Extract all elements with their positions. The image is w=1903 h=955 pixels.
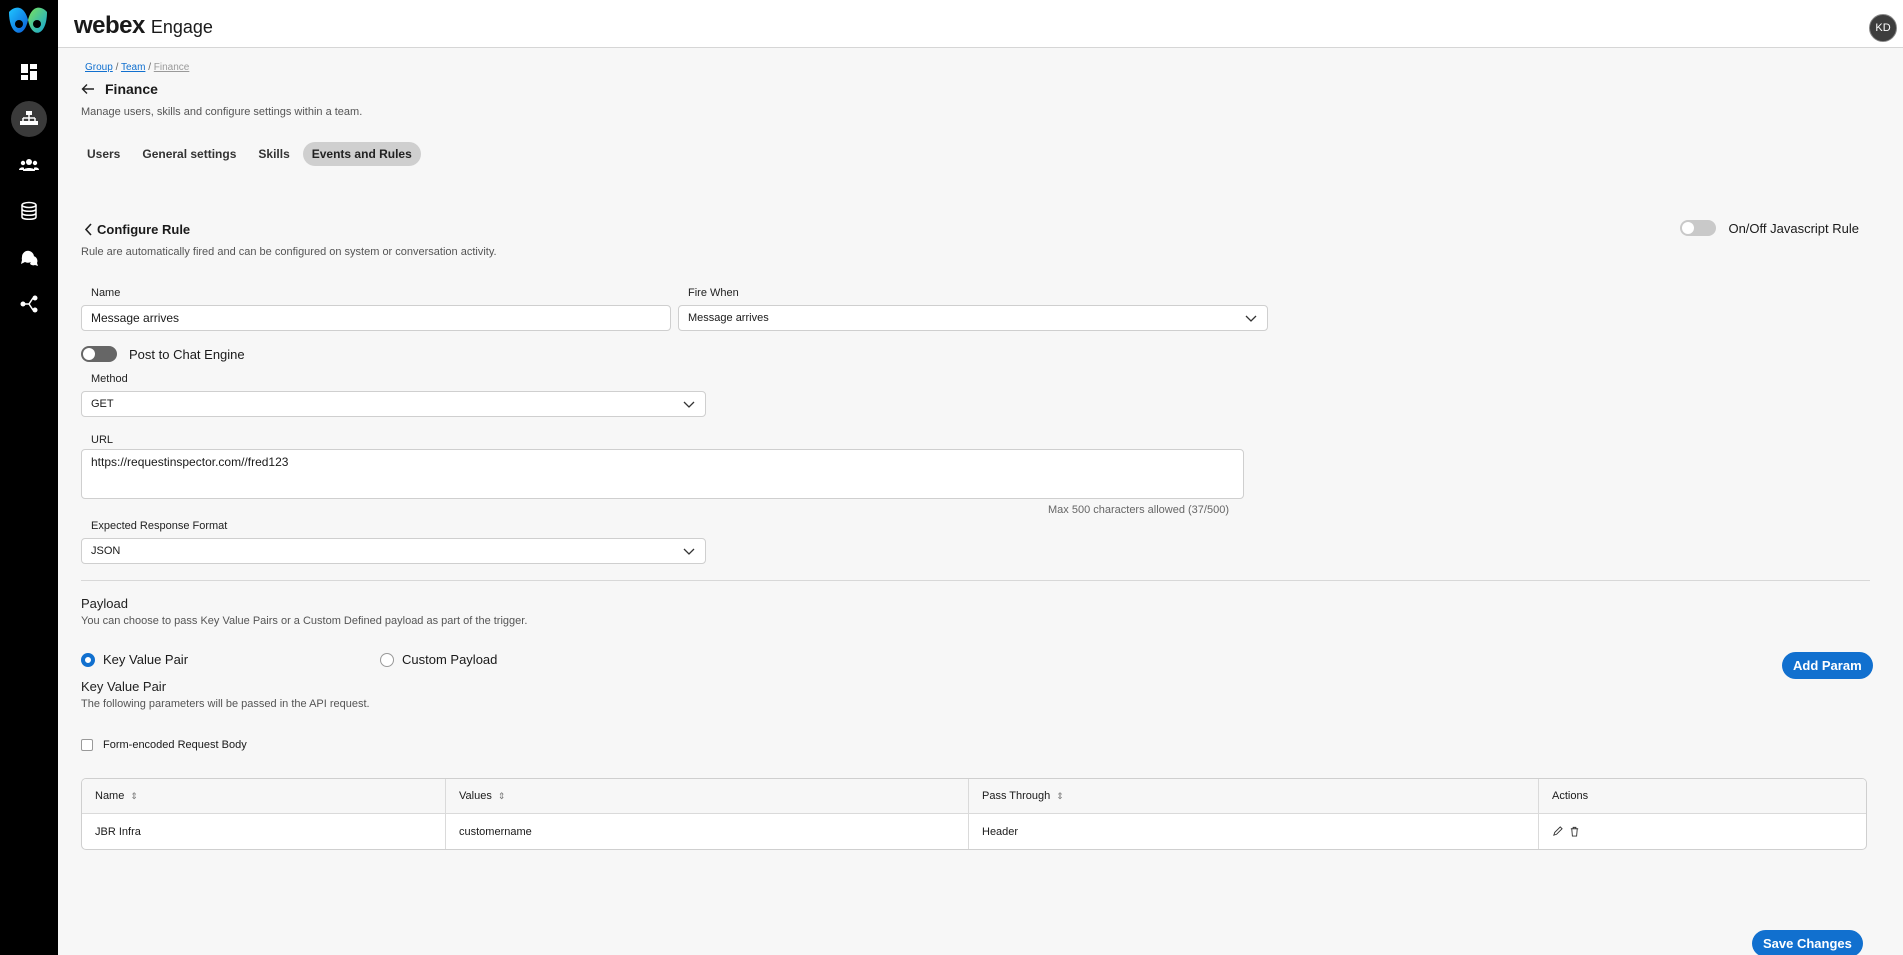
breadcrumb-team[interactable]: Team <box>121 62 145 73</box>
page-title: Finance <box>105 81 158 97</box>
chevron-left-icon <box>84 223 92 236</box>
nav-dashboard[interactable] <box>11 54 47 90</box>
post-to-chat-row: Post to Chat Engine <box>81 346 245 362</box>
nav-flow[interactable] <box>11 286 47 322</box>
method-select[interactable]: GET <box>81 391 706 417</box>
chevron-down-icon <box>683 548 695 555</box>
configure-rule-title: Configure Rule <box>97 222 191 237</box>
nav-people[interactable] <box>11 147 47 183</box>
url-label: URL <box>91 434 114 446</box>
payload-description: You can choose to pass Key Value Pairs o… <box>81 615 528 627</box>
save-changes-button[interactable]: Save Changes <box>1752 930 1863 955</box>
nav-database[interactable] <box>11 193 47 229</box>
chevron-down-icon <box>683 401 695 408</box>
brand: webex Engage <box>74 12 213 40</box>
radio-key-value-dot[interactable] <box>81 652 95 667</box>
cell-actions <box>1539 814 1866 849</box>
cell-values: customername <box>446 814 969 849</box>
radio-key-value[interactable]: Key Value Pair <box>81 652 188 667</box>
left-rail <box>0 0 58 955</box>
page-title-row: Finance <box>81 81 158 97</box>
edit-icon[interactable] <box>1552 826 1563 837</box>
response-format-value: JSON <box>91 545 121 557</box>
fire-when-value: Message arrives <box>688 312 769 324</box>
people-icon <box>19 159 39 171</box>
name-input[interactable]: Message arrives <box>81 305 671 331</box>
fire-when-label: Fire When <box>688 287 739 299</box>
cell-pass-through: Header <box>969 814 1539 849</box>
tab-skills[interactable]: Skills <box>249 142 298 166</box>
breadcrumb-sep: / <box>115 62 119 73</box>
main-content: Group / Team / Finance Finance Manage us… <box>58 48 1903 955</box>
tab-bar: Users General settings Skills Events and… <box>78 142 421 166</box>
javascript-rule-toggle-row: On/Off Javascript Rule <box>1680 220 1859 236</box>
form-encoded-row: Form-encoded Request Body <box>81 739 247 751</box>
tab-events-and-rules[interactable]: Events and Rules <box>302 142 421 166</box>
response-format-select[interactable]: JSON <box>81 538 706 564</box>
tab-users[interactable]: Users <box>78 142 129 166</box>
kv-title: Key Value Pair <box>81 679 167 694</box>
response-format-label: Expected Response Format <box>91 520 228 532</box>
sort-icon: ⇕ <box>497 790 506 801</box>
configure-rule-description: Rule are automatically fired and can be … <box>81 246 497 258</box>
post-to-chat-toggle[interactable] <box>81 346 117 362</box>
flow-icon <box>20 295 38 313</box>
radio-key-value-label: Key Value Pair <box>103 652 189 667</box>
method-label: Method <box>91 373 128 385</box>
col-values-label: Values <box>459 790 492 802</box>
col-actions-header: Actions <box>1539 779 1866 813</box>
breadcrumb-sep: / <box>148 62 151 73</box>
chat-icon <box>21 250 38 266</box>
brand-webex: webex <box>74 12 145 39</box>
col-name-label: Name <box>95 790 125 802</box>
delete-icon[interactable] <box>1569 826 1580 837</box>
cell-name: JBR Infra <box>82 814 446 849</box>
top-bar: webex Engage KD <box>58 0 1903 48</box>
dashboard-icon <box>21 64 37 80</box>
database-icon <box>21 201 37 220</box>
kv-description: The following parameters will be passed … <box>81 698 370 710</box>
payload-title: Payload <box>81 596 128 611</box>
name-label: Name <box>91 287 121 299</box>
nav-chat[interactable] <box>11 240 47 276</box>
fire-when-select[interactable]: Message arrives <box>678 305 1268 331</box>
col-name-header[interactable]: Name ⇕ <box>82 779 446 813</box>
form-encoded-label: Form-encoded Request Body <box>103 739 247 751</box>
col-pass-through-label: Pass Through <box>982 790 1051 802</box>
col-actions-label: Actions <box>1552 790 1589 802</box>
radio-custom-payload[interactable]: Custom Payload <box>380 652 497 667</box>
form-encoded-checkbox[interactable] <box>81 739 93 751</box>
brand-product: Engage <box>150 17 213 37</box>
table-row: JBR Infra customername Header <box>82 814 1866 849</box>
tab-general-settings[interactable]: General settings <box>133 142 245 166</box>
col-pass-through-header[interactable]: Pass Through ⇕ <box>969 779 1539 813</box>
javascript-rule-label: On/Off Javascript Rule <box>1728 220 1859 236</box>
params-table: Name ⇕ Values ⇕ Pass Through ⇕ Actions JBR … <box>81 778 1867 850</box>
sort-icon: ⇕ <box>1056 790 1064 801</box>
avatar[interactable]: KD <box>1869 14 1897 42</box>
page-subtitle: Manage users, skills and configure setti… <box>81 106 363 118</box>
section-divider <box>81 580 1870 581</box>
post-to-chat-label: Post to Chat Engine <box>129 346 245 362</box>
table-header: Name ⇕ Values ⇕ Pass Through ⇕ Actions <box>82 779 1866 814</box>
breadcrumb-current: Finance <box>153 62 190 73</box>
configure-rule-header[interactable]: Configure Rule <box>84 222 190 237</box>
add-param-button[interactable]: Add Param <box>1782 652 1873 679</box>
javascript-rule-toggle[interactable] <box>1680 220 1717 236</box>
breadcrumb-group[interactable]: Group <box>85 62 113 73</box>
radio-custom-payload-dot[interactable] <box>380 652 394 667</box>
url-char-counter: Max 500 characters allowed (37/500) <box>1048 504 1229 516</box>
col-values-header[interactable]: Values ⇕ <box>446 779 969 813</box>
url-textarea[interactable]: https://requestinspector.com//fred123 <box>81 449 1244 499</box>
webex-logo-icon[interactable] <box>6 6 50 42</box>
radio-custom-payload-label: Custom Payload <box>402 652 498 667</box>
method-value: GET <box>91 398 114 410</box>
breadcrumb: Group / Team / Finance <box>85 62 189 73</box>
sort-icon: ⇕ <box>130 790 138 801</box>
chevron-down-icon <box>1245 315 1257 322</box>
arrow-left-icon[interactable] <box>81 82 95 96</box>
nav-org-hierarchy[interactable] <box>11 101 47 137</box>
org-chart-icon <box>20 111 38 125</box>
